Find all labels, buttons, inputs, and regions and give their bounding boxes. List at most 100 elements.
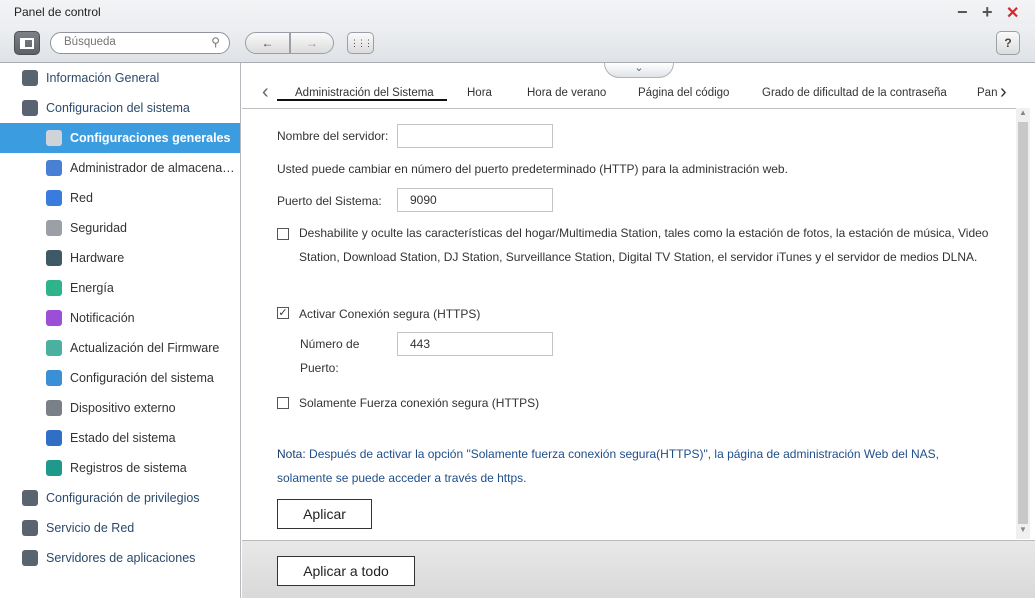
sidebar-item-dispositivo-externo[interactable]: Dispositivo externo [0,393,240,423]
server-name-label: Nombre del servidor: [277,129,389,143]
apply-all-button[interactable]: Aplicar a todo [277,556,415,586]
sidebar-item-label: Servidores de aplicaciones [46,551,196,565]
sidebar-item-label: Configuración del sistema [70,371,214,385]
back-button[interactable]: ← [245,32,290,54]
settings-doc-icon [46,130,62,146]
disable-multimedia-label: Deshabilite y oculte las características… [299,226,989,264]
sidebar-item-label: Actualización del Firmware [70,341,220,355]
sidebar-item-actualizacion-del-firmware[interactable]: Actualización del Firmware [0,333,240,363]
sidebar-item-configuracion-del-sistema[interactable]: Configuracion del sistema [0,93,240,123]
system-port-input[interactable]: 9090 [397,188,553,212]
sidebar-item-energia[interactable]: Energía [0,273,240,303]
tab-scroll-left-icon[interactable]: ‹ [262,81,269,104]
sidebar-item-administrador-de-almacena[interactable]: Administrador de almacena… [0,153,240,183]
toolbar: ⚲ ← → ⋮⋮⋮ ? [0,24,1035,63]
sidebar-item-label: Dispositivo externo [70,401,176,415]
sidebar-item-label: Registros de sistema [70,461,187,475]
note-prefix: Nota: [277,447,306,461]
maximize-button[interactable]: + [982,2,993,23]
active-tab-indicator [277,99,447,101]
lock-icon [46,220,62,236]
server-name-input[interactable] [397,124,553,148]
apply-button[interactable]: Aplicar [277,499,372,529]
sidebar-item-label: Configuración de privilegios [46,491,200,505]
force-https-checkbox[interactable] [277,397,289,409]
apps-button[interactable]: ⋮⋮⋮ [347,32,374,54]
network-icon [46,190,62,206]
sidebar-item-configuracion-de-privilegios[interactable]: Configuración de privilegios [0,483,240,513]
gear-icon [22,100,38,116]
note-body: Después de activar la opción "Solamente … [277,447,939,485]
window-title: Panel de control [14,5,101,19]
firmware-icon [46,340,62,356]
tab-administracion[interactable]: Administración del Sistema [295,87,434,99]
sidebar-item-configuraciones-generales[interactable]: Configuraciones generales [0,123,240,153]
scrollbar-thumb[interactable] [1018,122,1028,524]
https-checkbox[interactable]: ✓ [277,307,289,319]
system-port-label: Puerto del Sistema: [277,194,382,208]
sidebar-item-servicio-de-red[interactable]: Servicio de Red [0,513,240,543]
sidebar-item-label: Información General [46,71,160,85]
sidebar-item-servidores-de-aplicaciones[interactable]: Servidores de aplicaciones [0,543,240,573]
user-icon [22,490,38,506]
sidebar-item-label: Servicio de Red [46,521,135,535]
sidebar-item-notificacion[interactable]: Notificación [0,303,240,333]
sidebar-item-label: Energía [70,281,114,295]
https-port-input[interactable]: 443 [397,332,553,356]
chevron-down-icon: ⌄ [634,62,644,74]
search-icon: ⚲ [211,35,220,49]
sidebar-item-configuracion-del-sistema[interactable]: Configuración del sistema [0,363,240,393]
tab-pagina-codigo[interactable]: Página del código [638,87,729,99]
forward-button[interactable]: → [290,32,334,54]
sidebar-layout-icon [20,37,34,49]
tab-hora-verano[interactable]: Hora de verano [527,87,606,99]
tab-pan[interactable]: Pan [977,87,997,99]
sidebar-item-label: Notificación [70,311,135,325]
server-icon [22,550,38,566]
sidebar-item-label: Estado del sistema [70,431,176,445]
sidebar-item-label: Administrador de almacena… [70,161,235,175]
sidebar-item-label: Configuracion del sistema [46,101,190,115]
storage-icon [46,160,62,176]
toggle-sidebar-button[interactable] [14,31,40,55]
monitor-icon [46,430,62,446]
search-box[interactable]: ⚲ [50,32,230,54]
hardware-icon [46,250,62,266]
globe-icon [22,520,38,536]
tab-dificultad-contrasena[interactable]: Grado de dificultad de la contraseña [762,87,947,99]
search-input[interactable] [64,36,204,48]
port-info-text: Usted puede cambiar en número del puerto… [277,162,788,176]
external-device-icon [46,400,62,416]
collapse-chevron-button[interactable]: ⌄ [604,63,674,78]
tab-scroll-right-icon[interactable]: › [1000,81,1007,104]
grid-icon [22,70,38,86]
title-bar: Panel de control − + ✕ [0,0,1035,24]
https-label: Activar Conexión segura (HTTPS) [299,307,481,321]
sidebar-item-label: Configuraciones generales [70,131,231,145]
minimize-button[interactable]: − [957,2,968,23]
sidebar-item-estado-del-sistema[interactable]: Estado del sistema [0,423,240,453]
sidebar-item-seguridad[interactable]: Seguridad [0,213,240,243]
log-icon [46,460,62,476]
sidebar-item-red[interactable]: Red [0,183,240,213]
https-port-label: Número de Puerto: [300,337,360,375]
apps-grid-icon: ⋮⋮⋮ [350,37,373,48]
system-config-icon [46,370,62,386]
sidebar-item-label: Seguridad [70,221,127,235]
notification-icon [46,310,62,326]
sidebar-item-registros-de-sistema[interactable]: Registros de sistema [0,453,240,483]
sidebar-item-label: Hardware [70,251,125,265]
close-button[interactable]: ✕ [1006,3,1019,23]
sidebar: Información General Configuracion del sis… [0,63,241,598]
disable-multimedia-checkbox[interactable] [277,228,289,240]
help-button[interactable]: ? [996,31,1020,55]
sidebar-item-informacion-general[interactable]: Información General [0,63,240,93]
bulb-icon [46,280,62,296]
tab-hora[interactable]: Hora [467,87,492,99]
scrollbar[interactable]: ▲ ▼ [1016,108,1030,539]
sidebar-item-hardware[interactable]: Hardware [0,243,240,273]
tab-bar: ⌄ ‹ › Administración del Sistema Hora Ho… [242,63,1035,109]
bottom-bar: Aplicar a todo [242,540,1035,598]
sidebar-item-label: Red [70,191,93,205]
note-text: Nota: Después de activar la opción "Sola… [277,442,967,490]
